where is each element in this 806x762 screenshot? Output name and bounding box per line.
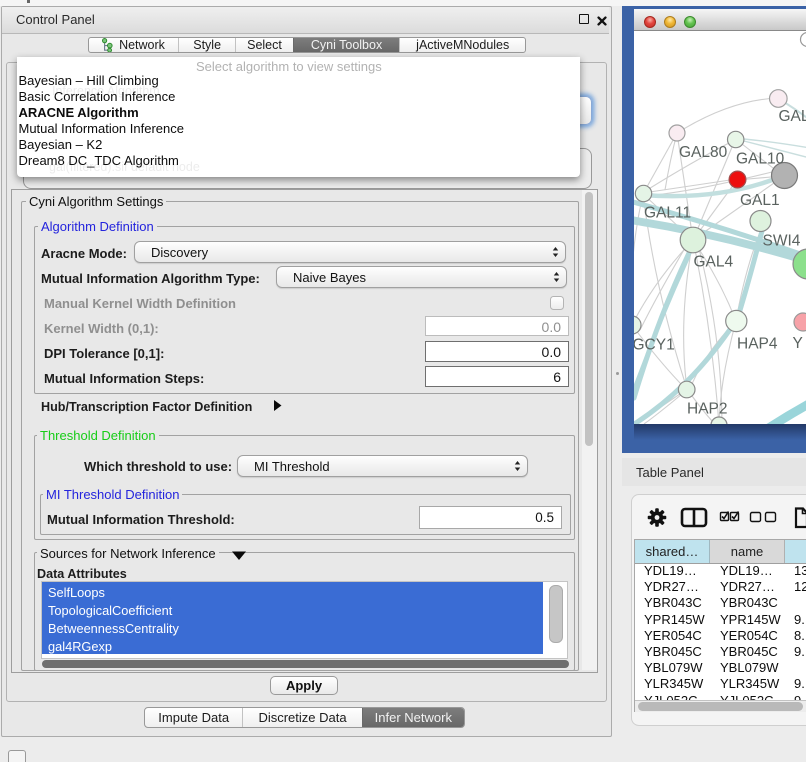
svg-text:GAL11: GAL11 — [644, 205, 691, 222]
svg-text:SWI4: SWI4 — [763, 233, 801, 250]
svg-text:GCY1: GCY1 — [634, 337, 675, 354]
svg-text:HAP2: HAP2 — [687, 401, 728, 418]
svg-text:GAL7: GAL7 — [779, 108, 806, 125]
svg-text:GAL10: GAL10 — [736, 151, 785, 168]
svg-text:GAL1: GAL1 — [740, 192, 780, 209]
svg-text:GAL4: GAL4 — [694, 254, 734, 271]
svg-text:Y: Y — [793, 335, 803, 352]
svg-text:HAP4: HAP4 — [737, 336, 778, 353]
svg-text:GAL80: GAL80 — [679, 144, 728, 161]
